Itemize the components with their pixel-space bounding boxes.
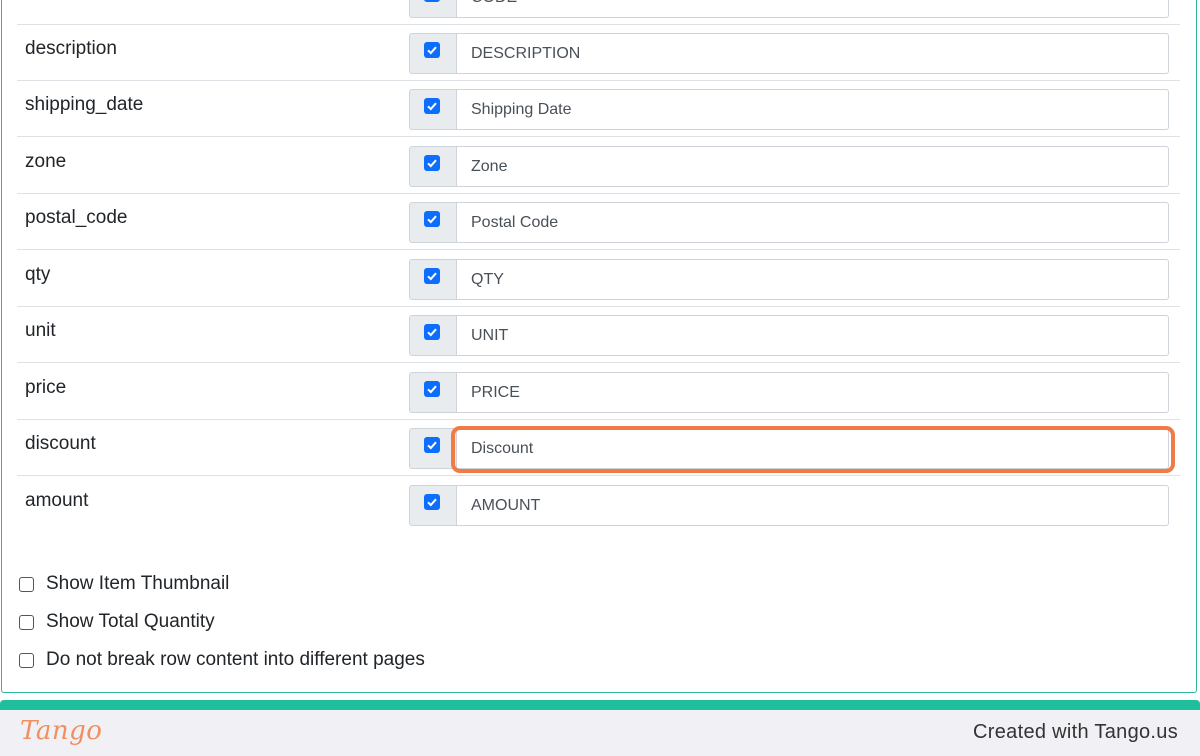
field-label-group — [409, 89, 1169, 130]
field-checkbox-addon[interactable] — [409, 315, 456, 356]
option-checkbox[interactable] — [19, 614, 34, 630]
tango-footer: Tango Created with Tango.us — [0, 700, 1200, 756]
field-checkbox-addon[interactable] — [409, 146, 456, 187]
field-checkbox-addon[interactable] — [409, 89, 456, 130]
field-label-input[interactable] — [456, 0, 1169, 18]
field-checkbox[interactable] — [424, 324, 440, 340]
field-label-input[interactable] — [456, 372, 1169, 413]
field-checkbox[interactable] — [424, 98, 440, 114]
field-label-group — [409, 372, 1169, 413]
table-row — [17, 0, 1180, 25]
field-checkbox-addon[interactable] — [409, 33, 456, 74]
field-label-group — [409, 315, 1169, 356]
field-checkbox[interactable] — [424, 42, 440, 58]
table-row: postal_code — [17, 194, 1180, 250]
field-label-input[interactable] — [456, 485, 1169, 526]
field-label-input[interactable] — [456, 315, 1169, 356]
field-name: zone — [25, 151, 67, 172]
field-checkbox-addon[interactable] — [409, 372, 456, 413]
field-label-input[interactable] — [456, 259, 1169, 300]
field-checkbox[interactable] — [424, 0, 440, 2]
option-label: Show Item Thumbnail — [46, 573, 230, 594]
option-checkbox[interactable] — [19, 576, 34, 592]
field-name: price — [25, 377, 67, 398]
field-checkbox-addon[interactable] — [409, 202, 456, 243]
field-label-input[interactable] — [456, 33, 1169, 74]
field-label-group — [409, 33, 1169, 74]
tango-logo: Tango — [20, 716, 103, 746]
field-label-group — [409, 259, 1169, 300]
field-checkbox[interactable] — [424, 155, 440, 171]
option-show-item-thumbnail[interactable]: Show Item Thumbnail — [19, 572, 229, 596]
field-checkbox-addon[interactable] — [409, 259, 456, 300]
field-checkbox-addon[interactable] — [409, 0, 456, 18]
field-name: unit — [25, 320, 56, 341]
field-name: amount — [25, 490, 89, 511]
field-name: postal_code — [25, 207, 128, 228]
option-show-total-quantity[interactable]: Show Total Quantity — [19, 610, 215, 634]
field-checkbox-addon[interactable] — [409, 428, 456, 469]
option-checkbox[interactable] — [19, 652, 34, 668]
footer-accent-bar — [0, 700, 1200, 710]
field-label-group — [409, 0, 1169, 18]
table-row: qty — [17, 251, 1180, 307]
table-row: description — [17, 25, 1180, 81]
field-name: shipping_date — [25, 94, 144, 115]
field-name: qty — [25, 264, 51, 285]
table-row: zone — [17, 138, 1180, 194]
field-label-input[interactable] — [456, 146, 1169, 187]
field-checkbox[interactable] — [424, 381, 440, 397]
table-row: shipping_date — [17, 81, 1180, 137]
field-label-input[interactable] — [456, 89, 1169, 130]
field-checkbox[interactable] — [424, 268, 440, 284]
field-label-input[interactable] — [456, 202, 1169, 243]
field-label-input[interactable] — [456, 428, 1169, 469]
table-row: unit — [17, 307, 1180, 363]
field-label-group — [409, 428, 1169, 469]
field-checkbox[interactable] — [424, 437, 440, 453]
field-label-group — [409, 146, 1169, 187]
option-label: Do not break row content into different … — [46, 649, 425, 670]
field-label-group — [409, 485, 1169, 526]
field-label-group — [409, 202, 1169, 243]
option-label: Show Total Quantity — [46, 611, 215, 632]
field-name: discount — [25, 433, 96, 454]
field-checkbox[interactable] — [424, 494, 440, 510]
field-checkbox[interactable] — [424, 211, 440, 227]
field-checkbox-addon[interactable] — [409, 485, 456, 526]
created-with-credit: Created with Tango.us — [973, 721, 1178, 743]
table-row: price — [17, 364, 1180, 420]
table-row: amount — [17, 477, 1180, 533]
option-no-row-page-break[interactable]: Do not break row content into different … — [19, 648, 425, 672]
table-row: discount — [17, 420, 1180, 476]
field-name: description — [25, 38, 117, 59]
